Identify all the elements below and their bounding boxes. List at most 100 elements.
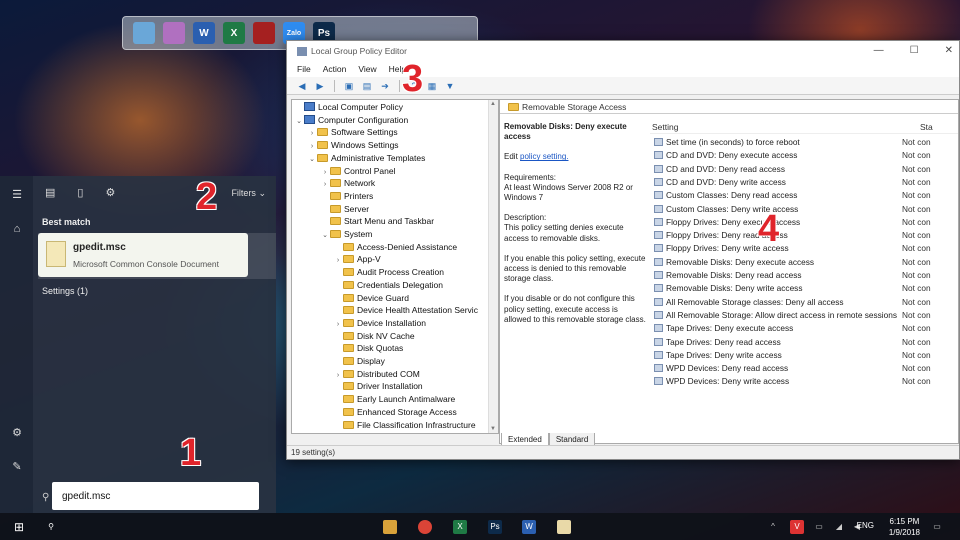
back-arrow-icon[interactable]: ◀: [295, 80, 309, 92]
excel-icon[interactable]: X: [223, 22, 245, 44]
setting-row[interactable]: Tape Drives: Deny execute access Not con: [650, 322, 958, 335]
setting-row[interactable]: CD and DVD: Deny execute access Not con: [650, 149, 958, 162]
word-taskbar-icon[interactable]: W: [522, 520, 536, 534]
excel-taskbar-icon[interactable]: X: [453, 520, 467, 534]
tree-item[interactable]: Device Health Attestation Servic: [333, 304, 478, 317]
tree-item[interactable]: Credentials Delegation: [333, 279, 443, 292]
network-icon[interactable]: ◢: [832, 520, 846, 534]
tray-app-icon[interactable]: V: [790, 520, 804, 534]
taskbar-search-icon[interactable]: ⚲: [44, 520, 58, 534]
tree-item[interactable]: Start Menu and Taskbar: [320, 215, 434, 228]
setting-row[interactable]: All Removable Storage: Allow direct acce…: [650, 309, 958, 322]
tree-item[interactable]: › Software Settings: [307, 126, 398, 139]
tree-item[interactable]: ⌄ Administrative Templates: [307, 152, 425, 165]
show-hide-tree-icon[interactable]: ▤: [360, 80, 374, 92]
scroll-down-icon[interactable]: ▼: [490, 426, 496, 432]
tree-item[interactable]: Enhanced Storage Access: [333, 406, 457, 419]
tree-item[interactable]: Early Launch Antimalware: [333, 393, 455, 406]
photoshop-taskbar-icon[interactable]: Ps: [488, 520, 502, 534]
search-input[interactable]: gpedit.msc: [52, 482, 259, 510]
tree-item[interactable]: Audit Process Creation: [333, 266, 444, 279]
tree-item[interactable]: › Distributed COM: [333, 368, 420, 381]
tree-item[interactable]: › Network: [320, 177, 375, 190]
expanded-chevron-icon[interactable]: ⌄: [320, 230, 330, 243]
menu-file[interactable]: File: [297, 64, 311, 74]
tray-chevron-icon[interactable]: ^: [766, 520, 780, 534]
hamburger-icon[interactable]: ☰: [10, 188, 24, 202]
best-match-item[interactable]: gpedit.msc Microsoft Common Console Docu…: [38, 233, 248, 277]
tree-item[interactable]: › Control Panel: [320, 165, 396, 178]
recycle-bin-icon[interactable]: [163, 22, 185, 44]
tree-item[interactable]: Access-Denied Assistance: [333, 241, 457, 254]
home-icon[interactable]: ⌂: [10, 222, 24, 236]
monitor-icon[interactable]: [133, 22, 155, 44]
tree-item[interactable]: Disk NV Cache: [333, 330, 415, 343]
feedback-icon[interactable]: ✎: [10, 460, 24, 474]
column-setting[interactable]: Setting: [652, 122, 678, 132]
documents-icon[interactable]: ▯: [77, 186, 83, 199]
setting-row[interactable]: Removable Disks: Deny write access Not co…: [650, 282, 958, 295]
tree-item[interactable]: Server: [320, 203, 369, 216]
tree-item[interactable]: › Device Installation: [333, 317, 426, 330]
setting-row[interactable]: Floppy Drives: Deny read access Not con: [650, 229, 958, 242]
maximize-icon[interactable]: ☐: [910, 41, 919, 61]
tree-item[interactable]: ⌄ Computer Configuration: [294, 114, 408, 127]
policy-setting-icon: [654, 350, 663, 359]
setting-row[interactable]: WPD Devices: Deny write access Not con: [650, 375, 958, 388]
tree-item[interactable]: Disk Quotas: [333, 342, 403, 355]
tree-item[interactable]: Device Guard: [333, 292, 409, 305]
gpedit-taskbar-icon[interactable]: [557, 520, 571, 534]
setting-row[interactable]: WPD Devices: Deny read access Not con: [650, 362, 958, 375]
filters-dropdown[interactable]: Filters ⌄: [231, 188, 266, 199]
tree-item[interactable]: Printers: [320, 190, 373, 203]
setting-row[interactable]: CD and DVD: Deny read access Not con: [650, 163, 958, 176]
word-icon[interactable]: W: [193, 22, 215, 44]
setting-row[interactable]: Removable Disks: Deny execute access Not …: [650, 256, 958, 269]
setting-row[interactable]: Floppy Drives: Deny write access Not con: [650, 242, 958, 255]
setting-row[interactable]: CD and DVD: Deny write access Not con: [650, 176, 958, 189]
setting-row[interactable]: Tape Drives: Deny write access Not con: [650, 349, 958, 362]
tree-scrollbar[interactable]: ▲ ▼: [488, 100, 498, 433]
settings-filter-icon[interactable]: ⚙: [105, 186, 115, 199]
language-indicator[interactable]: ENG: [857, 521, 874, 530]
close-icon[interactable]: ✕: [945, 41, 953, 61]
expanded-chevron-icon[interactable]: ⌄: [294, 116, 304, 129]
expanded-chevron-icon[interactable]: ⌄: [307, 154, 317, 167]
all-apps-icon[interactable]: ▤: [45, 186, 55, 199]
windows-start-icon[interactable]: ⊞: [12, 520, 26, 534]
column-state[interactable]: Sta: [920, 122, 933, 132]
menu-view[interactable]: View: [358, 64, 376, 74]
tree-item[interactable]: Display: [333, 355, 385, 368]
setting-row[interactable]: Custom Classes: Deny write access Not con: [650, 203, 958, 216]
filter-icon[interactable]: ▼: [443, 80, 457, 92]
properties-icon[interactable]: ▦: [425, 80, 439, 92]
edit-policy-link[interactable]: policy setting.: [520, 152, 568, 161]
up-folder-icon[interactable]: ▣: [342, 80, 356, 92]
setting-row[interactable]: Floppy Drives: Deny execute access Not co…: [650, 216, 958, 229]
tree-item[interactable]: › Windows Settings: [307, 139, 399, 152]
minimize-icon[interactable]: —: [874, 41, 884, 61]
game-icon[interactable]: [253, 22, 275, 44]
forward-arrow-icon[interactable]: ▶: [313, 80, 327, 92]
tree-item[interactable]: Local Computer Policy: [294, 101, 403, 114]
menu-action[interactable]: Action: [323, 64, 347, 74]
file-explorer-icon[interactable]: [383, 520, 397, 534]
setting-row[interactable]: Removable Disks: Deny read access Not con: [650, 269, 958, 282]
export-list-icon[interactable]: ➔: [378, 80, 392, 92]
chrome-icon[interactable]: [418, 520, 432, 534]
setting-row[interactable]: Tape Drives: Deny read access Not con: [650, 336, 958, 349]
tree-item[interactable]: Driver Installation: [333, 380, 423, 393]
tree-item[interactable]: File Classification Infrastructure: [333, 419, 476, 432]
action-center-icon[interactable]: ▭: [930, 520, 944, 534]
tree-item[interactable]: ⌄ System: [320, 228, 372, 241]
clock[interactable]: 6:15 PM 1/9/2018: [889, 516, 920, 538]
setting-row[interactable]: Set time (in seconds) to force reboot Not…: [650, 136, 958, 149]
scroll-up-icon[interactable]: ▲: [490, 101, 496, 107]
setting-row[interactable]: Custom Classes: Deny read access Not con: [650, 189, 958, 202]
battery-icon[interactable]: ▭: [812, 520, 826, 534]
setting-row[interactable]: All Removable Storage classes: Deny all …: [650, 296, 958, 309]
settings-results-label[interactable]: Settings (1): [42, 286, 88, 296]
setting-name: CD and DVD: Deny execute access: [666, 150, 798, 161]
settings-gear-icon[interactable]: ⚙: [10, 426, 24, 440]
tree-item[interactable]: › App-V: [333, 253, 381, 266]
